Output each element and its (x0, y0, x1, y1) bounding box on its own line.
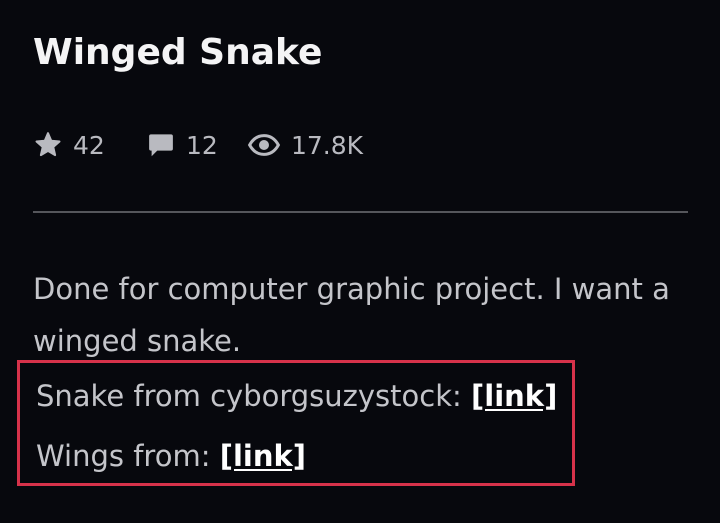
snake-credit-label: Snake from cyborgsuzystock: (36, 379, 471, 413)
snake-credit: Snake from cyborgsuzystock: [link] (36, 379, 557, 413)
post-title: Winged Snake (33, 32, 323, 73)
credits-highlight-box: Snake from cyborgsuzystock: [link] Wings… (17, 360, 575, 486)
wings-credit-label: Wings from: (36, 439, 220, 473)
comments-count: 12 (186, 130, 218, 160)
comment-icon (146, 130, 176, 160)
post-stats: 42 12 17.8K (33, 128, 363, 162)
divider (33, 211, 688, 213)
views-count: 17.8K (291, 130, 364, 160)
favorites-stat[interactable]: 42 (33, 130, 146, 160)
wings-source-link[interactable]: [link] (220, 439, 306, 473)
post-description: Done for computer graphic project. I wan… (33, 272, 670, 358)
snake-source-link[interactable]: [link] (471, 379, 557, 413)
star-icon (33, 130, 63, 160)
post-page: Winged Snake 42 12 17.8K Done for comput… (0, 0, 720, 523)
wings-credit: Wings from: [link] (36, 439, 306, 473)
favorites-count: 42 (73, 130, 105, 160)
eye-icon (247, 130, 281, 160)
views-stat: 17.8K (247, 130, 363, 160)
comments-stat[interactable]: 12 (146, 130, 247, 160)
